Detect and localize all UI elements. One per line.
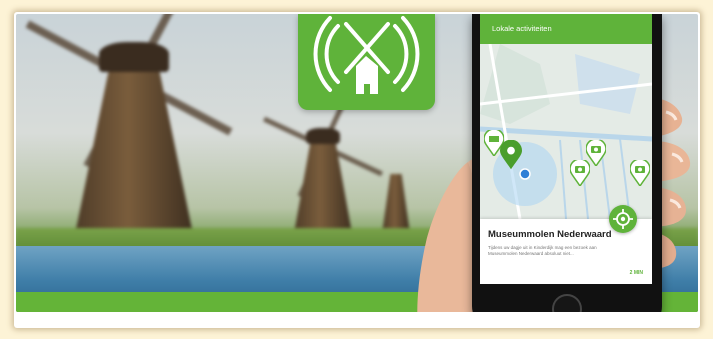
screen-title: Lokale activiteiten bbox=[492, 24, 552, 33]
locate-button[interactable] bbox=[609, 205, 637, 233]
windmill-left bbox=[25, 14, 233, 239]
windmill-middle bbox=[263, 95, 383, 239]
map-roads bbox=[480, 44, 652, 219]
banner-image: Lokale activiteiten Museummolen Nederwaa… bbox=[16, 14, 698, 312]
distance-label: 2 MIN bbox=[629, 270, 643, 276]
app-bar: Lokale activiteiten bbox=[480, 14, 652, 44]
map-view[interactable] bbox=[480, 44, 652, 219]
camera-icon[interactable] bbox=[630, 160, 650, 186]
camera-icon[interactable] bbox=[570, 160, 590, 186]
location-card[interactable]: Museummolen Nederwaard Tijdens uw dagje … bbox=[480, 205, 652, 284]
phone-screen: Lokale activiteiten Museummolen Nederwaa… bbox=[480, 14, 652, 284]
location-description: Tijdens uw dagje uit in Kinderdijk mag e… bbox=[488, 245, 597, 256]
locate-icon bbox=[613, 209, 633, 229]
smartphone: Lokale activiteiten Museummolen Nederwaa… bbox=[472, 14, 662, 312]
home-button[interactable] bbox=[552, 294, 582, 312]
selected-location-pin[interactable] bbox=[500, 140, 522, 170]
